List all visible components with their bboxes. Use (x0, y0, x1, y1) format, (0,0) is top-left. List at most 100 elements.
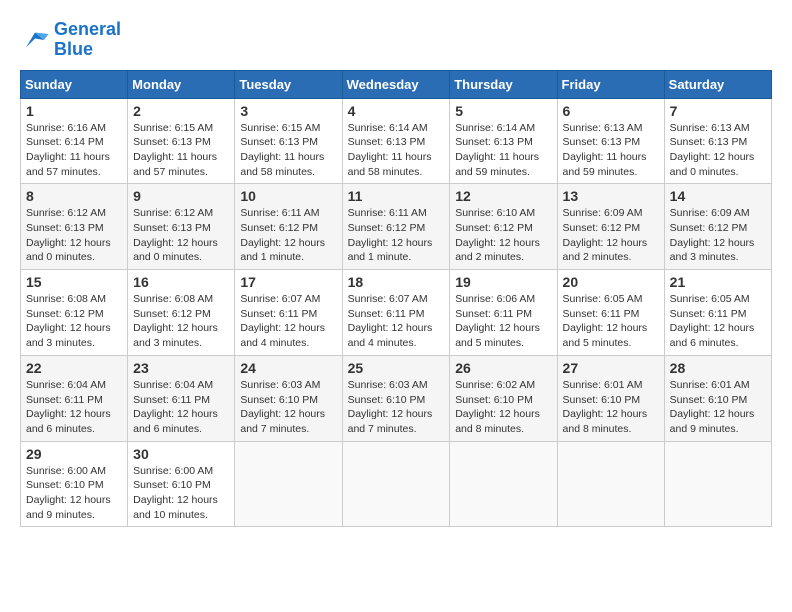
calendar-cell: 3 Sunrise: 6:15 AM Sunset: 6:13 PM Dayli… (235, 98, 342, 184)
day-number: 3 (240, 103, 336, 119)
calendar-table: SundayMondayTuesdayWednesdayThursdayFrid… (20, 70, 772, 528)
calendar-week-2: 8 Sunrise: 6:12 AM Sunset: 6:13 PM Dayli… (21, 184, 772, 270)
logo-text: General Blue (54, 20, 121, 60)
page-header: General Blue (20, 20, 772, 60)
day-number: 10 (240, 188, 336, 204)
calendar-cell: 16 Sunrise: 6:08 AM Sunset: 6:12 PM Dayl… (128, 270, 235, 356)
calendar-cell: 13 Sunrise: 6:09 AM Sunset: 6:12 PM Dayl… (557, 184, 664, 270)
weekday-header-monday: Monday (128, 70, 235, 98)
day-number: 11 (348, 188, 445, 204)
day-number: 8 (26, 188, 122, 204)
day-info: Sunrise: 6:05 AM Sunset: 6:11 PM Dayligh… (563, 292, 659, 351)
day-info: Sunrise: 6:12 AM Sunset: 6:13 PM Dayligh… (26, 206, 122, 265)
calendar-cell: 26 Sunrise: 6:02 AM Sunset: 6:10 PM Dayl… (450, 355, 557, 441)
day-info: Sunrise: 6:00 AM Sunset: 6:10 PM Dayligh… (26, 464, 122, 523)
day-number: 17 (240, 274, 336, 290)
weekday-header-row: SundayMondayTuesdayWednesdayThursdayFrid… (21, 70, 772, 98)
day-info: Sunrise: 6:10 AM Sunset: 6:12 PM Dayligh… (455, 206, 551, 265)
day-number: 25 (348, 360, 445, 376)
day-info: Sunrise: 6:03 AM Sunset: 6:10 PM Dayligh… (240, 378, 336, 437)
day-info: Sunrise: 6:01 AM Sunset: 6:10 PM Dayligh… (670, 378, 766, 437)
calendar-cell: 4 Sunrise: 6:14 AM Sunset: 6:13 PM Dayli… (342, 98, 450, 184)
day-number: 24 (240, 360, 336, 376)
weekday-header-saturday: Saturday (664, 70, 771, 98)
day-info: Sunrise: 6:05 AM Sunset: 6:11 PM Dayligh… (670, 292, 766, 351)
day-number: 19 (455, 274, 551, 290)
day-number: 9 (133, 188, 229, 204)
calendar-week-3: 15 Sunrise: 6:08 AM Sunset: 6:12 PM Dayl… (21, 270, 772, 356)
calendar-cell: 30 Sunrise: 6:00 AM Sunset: 6:10 PM Dayl… (128, 441, 235, 527)
day-info: Sunrise: 6:11 AM Sunset: 6:12 PM Dayligh… (240, 206, 336, 265)
day-info: Sunrise: 6:02 AM Sunset: 6:10 PM Dayligh… (455, 378, 551, 437)
calendar-cell: 7 Sunrise: 6:13 AM Sunset: 6:13 PM Dayli… (664, 98, 771, 184)
day-number: 18 (348, 274, 445, 290)
day-number: 6 (563, 103, 659, 119)
calendar-cell: 27 Sunrise: 6:01 AM Sunset: 6:10 PM Dayl… (557, 355, 664, 441)
day-number: 2 (133, 103, 229, 119)
calendar-cell: 6 Sunrise: 6:13 AM Sunset: 6:13 PM Dayli… (557, 98, 664, 184)
day-info: Sunrise: 6:07 AM Sunset: 6:11 PM Dayligh… (240, 292, 336, 351)
calendar-cell: 8 Sunrise: 6:12 AM Sunset: 6:13 PM Dayli… (21, 184, 128, 270)
day-info: Sunrise: 6:04 AM Sunset: 6:11 PM Dayligh… (26, 378, 122, 437)
day-number: 30 (133, 446, 229, 462)
calendar-cell: 11 Sunrise: 6:11 AM Sunset: 6:12 PM Dayl… (342, 184, 450, 270)
calendar-cell (450, 441, 557, 527)
day-number: 20 (563, 274, 659, 290)
calendar-cell: 20 Sunrise: 6:05 AM Sunset: 6:11 PM Dayl… (557, 270, 664, 356)
day-info: Sunrise: 6:01 AM Sunset: 6:10 PM Dayligh… (563, 378, 659, 437)
day-number: 1 (26, 103, 122, 119)
logo-icon (20, 25, 50, 55)
day-info: Sunrise: 6:16 AM Sunset: 6:14 PM Dayligh… (26, 121, 122, 180)
calendar-cell (557, 441, 664, 527)
day-info: Sunrise: 6:13 AM Sunset: 6:13 PM Dayligh… (670, 121, 766, 180)
day-number: 16 (133, 274, 229, 290)
weekday-header-friday: Friday (557, 70, 664, 98)
calendar-cell: 18 Sunrise: 6:07 AM Sunset: 6:11 PM Dayl… (342, 270, 450, 356)
calendar-cell (235, 441, 342, 527)
calendar-week-4: 22 Sunrise: 6:04 AM Sunset: 6:11 PM Dayl… (21, 355, 772, 441)
day-info: Sunrise: 6:13 AM Sunset: 6:13 PM Dayligh… (563, 121, 659, 180)
calendar-cell: 24 Sunrise: 6:03 AM Sunset: 6:10 PM Dayl… (235, 355, 342, 441)
weekday-header-tuesday: Tuesday (235, 70, 342, 98)
day-info: Sunrise: 6:00 AM Sunset: 6:10 PM Dayligh… (133, 464, 229, 523)
day-info: Sunrise: 6:08 AM Sunset: 6:12 PM Dayligh… (133, 292, 229, 351)
day-info: Sunrise: 6:08 AM Sunset: 6:12 PM Dayligh… (26, 292, 122, 351)
day-number: 5 (455, 103, 551, 119)
calendar-cell: 19 Sunrise: 6:06 AM Sunset: 6:11 PM Dayl… (450, 270, 557, 356)
weekday-header-thursday: Thursday (450, 70, 557, 98)
day-number: 29 (26, 446, 122, 462)
day-number: 7 (670, 103, 766, 119)
weekday-header-wednesday: Wednesday (342, 70, 450, 98)
day-info: Sunrise: 6:15 AM Sunset: 6:13 PM Dayligh… (133, 121, 229, 180)
calendar-cell: 22 Sunrise: 6:04 AM Sunset: 6:11 PM Dayl… (21, 355, 128, 441)
calendar-cell: 25 Sunrise: 6:03 AM Sunset: 6:10 PM Dayl… (342, 355, 450, 441)
day-number: 23 (133, 360, 229, 376)
calendar-cell: 21 Sunrise: 6:05 AM Sunset: 6:11 PM Dayl… (664, 270, 771, 356)
day-number: 22 (26, 360, 122, 376)
day-info: Sunrise: 6:06 AM Sunset: 6:11 PM Dayligh… (455, 292, 551, 351)
day-info: Sunrise: 6:14 AM Sunset: 6:13 PM Dayligh… (348, 121, 445, 180)
calendar-cell: 1 Sunrise: 6:16 AM Sunset: 6:14 PM Dayli… (21, 98, 128, 184)
day-info: Sunrise: 6:14 AM Sunset: 6:13 PM Dayligh… (455, 121, 551, 180)
logo: General Blue (20, 20, 121, 60)
calendar-cell (664, 441, 771, 527)
calendar-cell: 10 Sunrise: 6:11 AM Sunset: 6:12 PM Dayl… (235, 184, 342, 270)
day-number: 15 (26, 274, 122, 290)
calendar-cell: 12 Sunrise: 6:10 AM Sunset: 6:12 PM Dayl… (450, 184, 557, 270)
calendar-cell: 9 Sunrise: 6:12 AM Sunset: 6:13 PM Dayli… (128, 184, 235, 270)
day-number: 21 (670, 274, 766, 290)
calendar-cell: 2 Sunrise: 6:15 AM Sunset: 6:13 PM Dayli… (128, 98, 235, 184)
weekday-header-sunday: Sunday (21, 70, 128, 98)
day-number: 26 (455, 360, 551, 376)
calendar-cell: 29 Sunrise: 6:00 AM Sunset: 6:10 PM Dayl… (21, 441, 128, 527)
day-number: 4 (348, 103, 445, 119)
day-info: Sunrise: 6:11 AM Sunset: 6:12 PM Dayligh… (348, 206, 445, 265)
day-info: Sunrise: 6:09 AM Sunset: 6:12 PM Dayligh… (670, 206, 766, 265)
calendar-cell: 17 Sunrise: 6:07 AM Sunset: 6:11 PM Dayl… (235, 270, 342, 356)
day-info: Sunrise: 6:15 AM Sunset: 6:13 PM Dayligh… (240, 121, 336, 180)
day-info: Sunrise: 6:12 AM Sunset: 6:13 PM Dayligh… (133, 206, 229, 265)
day-info: Sunrise: 6:07 AM Sunset: 6:11 PM Dayligh… (348, 292, 445, 351)
calendar-cell: 28 Sunrise: 6:01 AM Sunset: 6:10 PM Dayl… (664, 355, 771, 441)
calendar-week-5: 29 Sunrise: 6:00 AM Sunset: 6:10 PM Dayl… (21, 441, 772, 527)
calendar-week-1: 1 Sunrise: 6:16 AM Sunset: 6:14 PM Dayli… (21, 98, 772, 184)
